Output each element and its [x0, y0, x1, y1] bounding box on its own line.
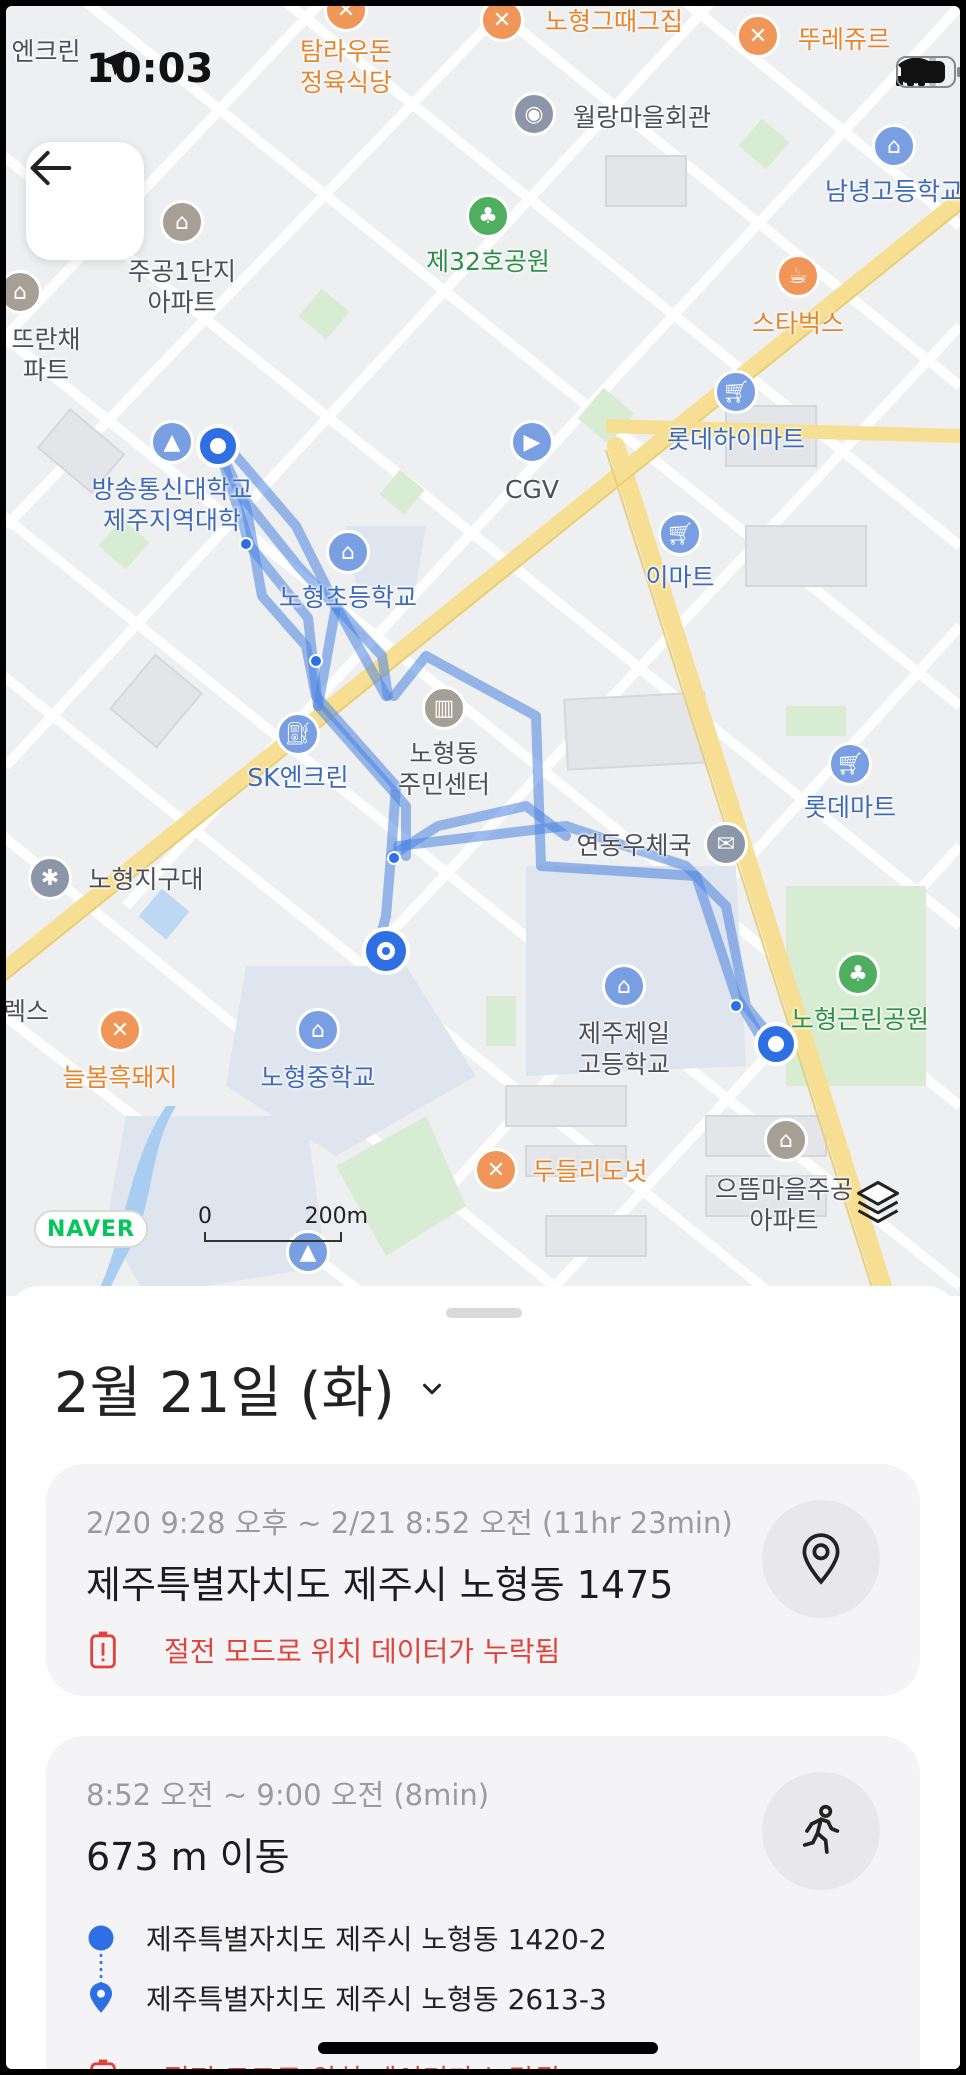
- map-label: CGV: [505, 475, 559, 504]
- map-scale: 0 200m: [198, 1204, 368, 1248]
- date-title: 2월 21일 (화): [54, 1361, 395, 1426]
- back-button[interactable]: [26, 142, 144, 260]
- missing-data-warning: 절전 모드로 위치 데이터가 누락됨: [86, 2058, 560, 2069]
- police-icon[interactable]: ✱: [28, 856, 72, 900]
- apartment-icon[interactable]: ⌂: [764, 1118, 808, 1162]
- activity-button[interactable]: [762, 1772, 880, 1890]
- map-label: 노형동 주민센터: [397, 739, 491, 800]
- map-label: 노형초등학교: [278, 583, 418, 612]
- start-dot-icon: [88, 1925, 114, 1951]
- university-icon[interactable]: ▲: [150, 420, 194, 464]
- restaurant-icon[interactable]: ✕: [98, 1008, 142, 1052]
- map-label: 제32호공원: [426, 247, 550, 276]
- route-start: 제주특별자치도 제주시 노형동 1420-2: [86, 1918, 607, 1958]
- naver-logo: NAVER: [34, 1210, 148, 1248]
- map-label: 주공1단지 아파트: [128, 257, 236, 318]
- status-bar: 10:03: [6, 6, 960, 136]
- layers-icon: [856, 1180, 900, 1224]
- sheet-grabber[interactable]: [446, 1308, 522, 1318]
- post-office-icon[interactable]: ✉: [704, 822, 748, 866]
- map-label: SK엔크린: [247, 763, 349, 792]
- status-time: 10:03: [86, 46, 213, 92]
- scale-zero-label: 0: [198, 1204, 212, 1229]
- map-layers-button[interactable]: [852, 1176, 922, 1246]
- mart-icon[interactable]: 🛒︎: [714, 370, 758, 414]
- map-label: 제주제일 고등학교: [577, 1019, 671, 1080]
- arrow-left-icon: [30, 150, 72, 186]
- scale-distance-label: 200m: [304, 1204, 368, 1229]
- map-label: 연동우체국: [576, 831, 692, 860]
- route-end: 제주특별자치도 제주시 노형동 2613-3: [86, 1978, 607, 2018]
- park-icon[interactable]: ♣: [466, 194, 510, 238]
- map-label: 으뜸마을주공 아파트: [714, 1175, 854, 1236]
- map-label: 노형근린공원: [790, 1005, 930, 1034]
- cafe-icon[interactable]: ☕: [776, 254, 820, 298]
- card-distance: 673 m 이동: [86, 1835, 290, 1879]
- scale-bar: [204, 1232, 342, 1242]
- walking-icon: [802, 1804, 840, 1854]
- map-view[interactable]: ✕ ✕ ✕ ◉ ⌂ ⌂ ♣ ☕ ⌂ 🛒︎ ▲ ▶ 🛒︎ ⌂ ▥ ⛽︎ 🛒︎ ✉ …: [6, 6, 960, 1296]
- map-label: 롯데하이마트: [666, 425, 806, 454]
- map-label: 늘봄흑돼지: [62, 1063, 178, 1092]
- card-time-range: 8:52 오전 ~ 9:00 오전 (8min): [86, 1778, 490, 1812]
- map-label: 두들리도넛: [532, 1157, 648, 1186]
- warning-text: 절전 모드로 위치 데이터가 누락됨: [164, 1635, 561, 1668]
- location-pin-icon: [802, 1533, 840, 1585]
- chevron-down-icon: [422, 1383, 441, 1394]
- government-office-icon[interactable]: ▥: [422, 686, 466, 730]
- timeline-sheet[interactable]: 2월 21일 (화) 2/20 9:28 오후 ~ 2/21 8:52 오전 (…: [6, 1286, 960, 2069]
- missing-data-warning: 절전 모드로 위치 데이터가 누락됨: [86, 1630, 560, 1670]
- route-end-address: 제주특별자치도 제주시 노형동 2613-3: [146, 1983, 607, 2016]
- warning-text: 절전 모드로 위치 데이터가 누락됨: [164, 2058, 560, 2069]
- location-button[interactable]: [762, 1500, 880, 1618]
- school-icon[interactable]: ⌂: [326, 530, 370, 574]
- cinema-icon[interactable]: ▶: [510, 420, 554, 464]
- restaurant-icon[interactable]: ✕: [474, 1148, 518, 1192]
- mart-icon[interactable]: 🛒︎: [828, 742, 872, 786]
- school-icon[interactable]: ⌂: [602, 964, 646, 1008]
- map-label: 스타벅스: [751, 309, 845, 338]
- movement-card[interactable]: 8:52 오전 ~ 9:00 오전 (8min) 673 m 이동 제주특별자치…: [46, 1736, 920, 2069]
- stay-card[interactable]: 2/20 9:28 오후 ~ 2/21 8:52 오전 (11hr 23min)…: [46, 1464, 920, 1696]
- map-label: 뜨란채 파트: [11, 325, 81, 386]
- screen: ✕ ✕ ✕ ◉ ⌂ ⌂ ♣ ☕ ⌂ 🛒︎ ▲ ▶ 🛒︎ ⌂ ▥ ⛽︎ 🛒︎ ✉ …: [6, 6, 960, 2069]
- map-label: 노형중학교: [260, 1063, 376, 1092]
- park-icon[interactable]: ♣: [836, 952, 880, 996]
- battery-warning-icon: [90, 2059, 116, 2069]
- map-label: 방송통신대학교 제주지역대학: [91, 475, 253, 536]
- map-label: 이마트: [645, 563, 715, 592]
- date-selector[interactable]: 2월 21일 (화): [54, 1348, 447, 1429]
- card-time-range: 2/20 9:28 오후 ~ 2/21 8:52 오전 (11hr 23min): [86, 1506, 733, 1540]
- location-arrow-icon: [100, 50, 126, 76]
- school-icon[interactable]: ⌂: [296, 1008, 340, 1052]
- map-label: 롯데마트: [803, 793, 897, 822]
- gas-station-icon[interactable]: ⛽︎: [276, 712, 320, 756]
- battery-icon: [896, 56, 960, 88]
- map-label: 렉스: [6, 997, 50, 1026]
- end-pin-icon: [89, 1982, 113, 2013]
- home-indicator[interactable]: [318, 2042, 658, 2054]
- map-label: 노형지구대: [88, 865, 204, 894]
- card-address: 제주특별자치도 제주시 노형동 1475: [86, 1563, 674, 1607]
- battery-warning-icon: [90, 1631, 116, 1669]
- map-label: 남녕고등학교: [824, 177, 960, 206]
- route-start-address: 제주특별자치도 제주시 노형동 1420-2: [146, 1923, 607, 1956]
- mart-icon[interactable]: 🛒︎: [658, 512, 702, 556]
- apartment-icon[interactable]: ⌂: [160, 200, 204, 244]
